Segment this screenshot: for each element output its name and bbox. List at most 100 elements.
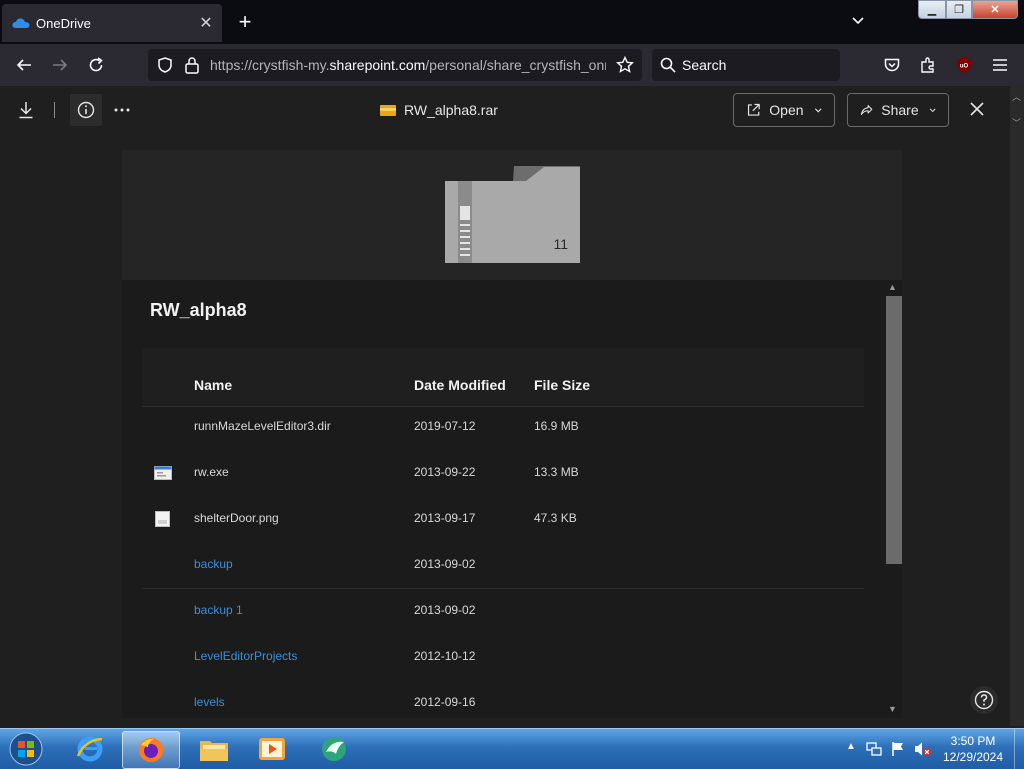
menu-icon[interactable] [988,53,1012,77]
file-explorer-icon[interactable] [188,731,240,767]
table-row: LevelEditorProjects 2012-10-12 [142,634,864,680]
row-date: 2012-09-16 [414,695,476,709]
info-icon[interactable] [70,94,102,126]
reload-icon[interactable] [84,53,108,77]
row-date: 2013-09-22 [414,465,476,479]
open-external-icon [747,103,760,116]
clock-date: 12/29/2024 [942,750,1004,764]
table-header: Name Date Modified File Size [142,348,864,407]
row-name-link[interactable]: backup 1 [194,603,243,617]
row-name-link[interactable]: backup [194,557,233,571]
ublock-origin-icon[interactable]: uO [952,53,976,77]
archive-folder-icon [380,105,396,116]
show-hidden-icons-icon[interactable]: ▲ [846,741,856,752]
search-placeholder: Search [682,57,727,73]
new-tab-button[interactable]: + [232,10,258,34]
row-date: 2012-10-12 [414,649,476,663]
row-name: runnMazeLevelEditor3.dir [194,419,331,433]
archive-title: RW_alpha8 [150,300,247,320]
row-date: 2013-09-02 [414,557,476,571]
table-row: runnMazeLevelEditor3.dir 2019-07-12 16.9… [142,404,864,450]
open-button[interactable]: Open [733,93,835,127]
archive-contents-panel: RW_alpha8 Name Date Modified File Size r… [122,280,902,718]
row-name: shelterDoor.png [194,511,279,525]
row-size: 47.3 KB [534,511,577,525]
share-label: Share [881,102,919,118]
column-header-name[interactable]: Name [194,377,232,393]
forward-icon[interactable] [48,53,72,77]
page-scroll-up-icon[interactable]: ︿ [1012,90,1021,103]
download-icon[interactable] [12,96,40,124]
media-player-icon[interactable] [246,731,298,767]
scroll-down-arrow-icon[interactable]: ▼ [888,704,897,714]
file-viewer-header: RW_alpha8.rar Open Share [0,86,1010,134]
app-bird-icon[interactable] [308,731,360,767]
windows-taskbar: ▲ 3:50 PM 12/29/2024 [0,728,1024,769]
volume-muted-icon[interactable] [914,741,932,757]
shield-icon[interactable] [156,56,174,74]
help-icon[interactable] [970,686,998,714]
taskbar-clock[interactable]: 3:50 PM 12/29/2024 [940,733,1006,765]
more-options-icon[interactable] [108,96,136,124]
share-button[interactable]: Share [847,93,949,127]
window-close-icon[interactable]: ✕ [972,0,1018,19]
network-icon[interactable] [866,741,882,757]
row-name-link[interactable]: levels [194,695,225,709]
row-date: 2019-07-12 [414,419,476,433]
restore-icon[interactable]: ❐ [946,0,972,19]
row-name-link[interactable]: LevelEditorProjects [194,649,297,663]
table-row: backup 1 2013-09-02 [142,588,864,634]
url-text: https://crystfish-my.sharepoint.com/pers… [210,57,606,73]
address-bar[interactable]: https://crystfish-my.sharepoint.com/pers… [148,49,642,81]
column-header-date[interactable]: Date Modified [414,377,506,393]
table-row: shelterDoor.png 2013-09-17 47.3 KB [142,496,864,542]
pocket-icon[interactable] [880,53,904,77]
back-icon[interactable] [12,53,36,77]
onedrive-cloud-icon [12,18,30,28]
scroll-up-arrow-icon[interactable]: ▲ [888,282,897,292]
window-controls: ▁ ❐ ✕ [918,0,1018,19]
extensions-icon[interactable] [916,53,940,77]
tab-onedrive[interactable]: OneDrive ✕ [2,4,222,42]
page-scrollbar[interactable]: ︿ ﹀ [1010,86,1024,726]
show-desktop-button[interactable] [1014,729,1024,769]
exe-icon [154,466,172,480]
page-scroll-down-icon[interactable]: ﹀ [1012,116,1021,129]
scrollbar-thumb[interactable] [886,296,902,564]
panel-scrollbar[interactable]: ▲ ▼ [884,280,902,718]
internet-explorer-icon[interactable] [64,731,116,767]
minimize-icon[interactable]: ▁ [918,0,946,19]
chevron-down-icon [929,108,936,113]
search-box[interactable]: Search [652,49,840,81]
row-size: 16.9 MB [534,419,579,433]
row-date: 2013-09-17 [414,511,476,525]
firefox-icon[interactable] [122,731,180,769]
bookmark-star-icon[interactable] [616,56,634,74]
navigation-toolbar: https://crystfish-my.sharepoint.com/pers… [0,44,1024,86]
item-count: 11 [553,236,568,252]
table-row: backup 2013-09-02 [142,542,864,589]
svg-text:uO: uO [960,64,969,70]
open-label: Open [769,102,804,118]
share-icon [860,105,873,115]
lock-icon[interactable] [184,56,200,74]
toolbar-divider [54,102,55,118]
column-header-size[interactable]: File Size [534,377,590,393]
table-row: rw.exe 2013-09-22 13.3 MB [142,450,864,496]
tab-title: OneDrive [36,15,91,31]
zip-folder-icon: 11 [445,166,580,263]
windows-logo-icon [9,732,43,766]
browser-tab-strip: OneDrive ✕ + ▁ ❐ ✕ [0,0,1024,44]
file-name-text: RW_alpha8.rar [404,102,498,118]
table-row: levels 2012-09-16 [142,680,864,718]
close-viewer-icon[interactable] [963,95,991,123]
row-name: rw.exe [194,465,229,479]
search-icon [660,57,676,73]
action-center-flag-icon[interactable] [890,741,906,757]
row-date: 2013-09-02 [414,603,476,617]
file-name-title: RW_alpha8.rar [380,102,498,118]
tab-close-icon[interactable]: ✕ [196,13,216,33]
start-button[interactable] [4,731,48,767]
chevron-down-icon [814,108,822,113]
list-all-tabs-icon[interactable] [848,10,868,30]
